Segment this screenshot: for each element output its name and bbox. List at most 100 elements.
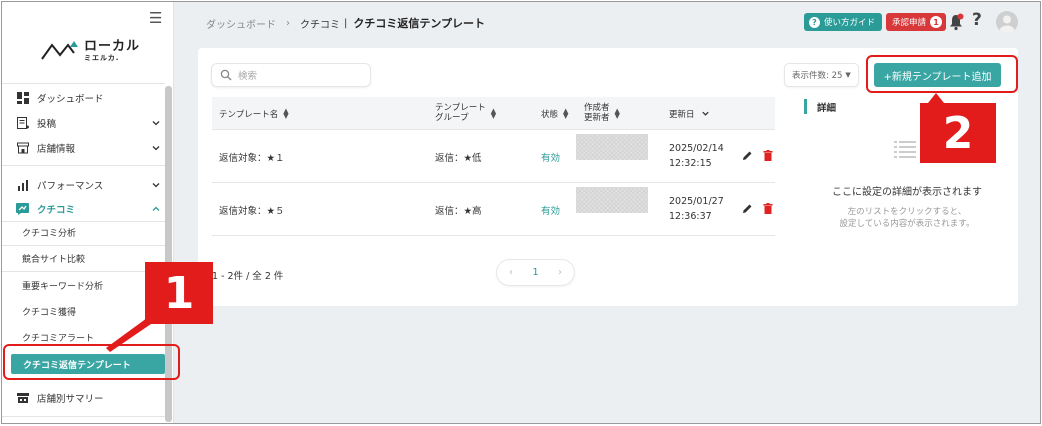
page-number[interactable]: 1: [532, 267, 538, 278]
search-placeholder: 検索: [238, 71, 258, 82]
column-header-status[interactable]: 状態 ▲ ▼: [541, 97, 568, 130]
chevron-down-icon: [701, 111, 709, 116]
breadcrumb: ダッシュボード › クチコミ | クチコミ返信テンプレート: [206, 15, 485, 31]
sidebar-item-post[interactable]: 投稿: [2, 113, 165, 133]
sort-icon: ▲ ▼: [490, 106, 497, 120]
column-header-label: テンプレート: [435, 102, 486, 113]
detail-title: 詳細: [804, 99, 836, 114]
sidebar-item-label: 店舗情報: [37, 144, 76, 155]
template-table: テンプレート名 ▲ ▼ テンプレート グループ ▲ ▼ 状態 ▲ ▼ 作成者 更新者 ▲ ▼…: [212, 97, 775, 236]
search-input[interactable]: 検索: [212, 64, 370, 86]
cell-updated-date: 2025/02/14: [669, 142, 724, 154]
cell-updated-time: 12:32:15: [669, 157, 712, 169]
sidebar-item-performance[interactable]: パフォーマンス: [2, 175, 165, 195]
logo-main-text: ローカル: [84, 39, 141, 54]
divider: [2, 416, 165, 417]
detail-empty-text: ここに設定の詳細が表示されます: [832, 187, 982, 198]
sidebar-item-store-info[interactable]: 店舗情報: [2, 138, 165, 158]
logo-sub-text: ミエルカ.: [84, 54, 120, 62]
hamburger-menu-icon[interactable]: ☰: [149, 11, 162, 26]
sidebar-item-reviews[interactable]: クチコミ: [2, 199, 165, 219]
detail-hint-line2: 設定している内容が表示されます。: [839, 219, 975, 230]
table-header: テンプレート名 ▲ ▼ テンプレート グループ ▲ ▼ 状態 ▲ ▼ 作成者 更新者 ▲ ▼…: [212, 97, 775, 130]
table-row[interactable]: 返信対象：★１ 返信：★低 有効 2025/02/14 12:32:15: [212, 130, 775, 183]
review-icon: [16, 203, 29, 216]
sidebar-item-label: 店舗別サマリー: [37, 394, 104, 405]
edit-icon[interactable]: [742, 203, 753, 214]
avatar[interactable]: [996, 11, 1018, 33]
sidebar-item-label: ダッシュボード: [37, 94, 104, 105]
approval-request-button[interactable]: 承認申請 1: [886, 13, 947, 31]
next-page-icon[interactable]: ›: [558, 267, 562, 278]
cell-template-group: 返信：★低: [435, 152, 482, 164]
detail-hint: 左のリストをクリックすると、 設定している内容が表示されます。: [804, 206, 1010, 231]
cell-updated-date: 2025/01/27: [669, 195, 724, 207]
bell-icon[interactable]: [948, 13, 964, 31]
sidebar-subitem-label: 競合サイト比較: [22, 254, 86, 265]
logo-mark-icon: [41, 41, 78, 60]
divider: [2, 245, 165, 246]
sidebar-item-label: パフォーマンス: [37, 181, 104, 192]
sidebar-subitem-label: クチコミ分析: [22, 228, 77, 239]
sidebar-item-label: クチコミ: [37, 205, 76, 216]
pagination: ‹ 1 ›: [497, 260, 574, 285]
breadcrumb-divider: |: [344, 17, 348, 29]
cell-template-group: 返信：★高: [435, 205, 482, 217]
column-header-label: テンプレート名: [219, 109, 279, 120]
sidebar-subitem-review-analysis[interactable]: クチコミ分析: [2, 222, 165, 242]
search-icon: [220, 69, 232, 81]
detail-hint-line1: 左のリストをクリックすると、: [847, 207, 967, 217]
column-header-label: グループ: [435, 112, 469, 123]
help-guide-label: 使い方ガイド: [824, 18, 876, 28]
sidebar-subitem-competitor-compare[interactable]: 競合サイト比較: [2, 248, 165, 268]
list-icon: [894, 141, 916, 158]
chevron-up-icon: [152, 206, 160, 211]
annotation-label-1: 1: [145, 262, 213, 324]
column-header-author[interactable]: 作成者 更新者 ▲ ▼: [584, 97, 620, 130]
sidebar-subitem-keyword-analysis[interactable]: 重要キーワード分析: [2, 275, 165, 295]
column-header-group[interactable]: テンプレート グループ ▲ ▼: [435, 97, 496, 130]
sort-icon: ▲ ▼: [283, 106, 289, 120]
cell-updated-time: 12:36:37: [669, 210, 712, 222]
column-header-label: 作成者: [584, 102, 610, 113]
cell-updated: 2025/01/27 12:36:37: [669, 183, 724, 236]
column-header-label: 更新日: [669, 109, 695, 120]
approval-request-label: 承認申請: [892, 18, 927, 28]
divider: [2, 271, 165, 272]
column-header-name[interactable]: テンプレート名 ▲ ▼: [219, 97, 289, 130]
column-header-updated[interactable]: 更新日: [669, 97, 710, 130]
column-header-label: 更新者: [584, 112, 610, 123]
sidebar-subitem-label: クチコミ獲得: [22, 307, 77, 318]
approval-count-badge: 1: [930, 16, 943, 28]
sort-icon: ▲ ▼: [563, 106, 569, 120]
help-guide-button[interactable]: ? 使い方ガイド: [804, 13, 883, 31]
sidebar-subitem-label: クチコミアラート: [22, 333, 95, 344]
caret-down-icon: ▼: [845, 71, 851, 79]
logo[interactable]: ローカル ミエルカ.: [40, 40, 140, 62]
help-question-icon[interactable]: ?: [972, 10, 982, 30]
sidebar-subitem-label: 重要キーワード分析: [22, 281, 104, 292]
dashboard-icon: [16, 92, 29, 105]
delete-icon[interactable]: [763, 203, 773, 214]
edit-icon[interactable]: [742, 150, 753, 161]
per-page-label: 表示件数: 25: [792, 71, 843, 81]
divider: [2, 83, 165, 84]
annotation-highlight-2: [866, 55, 1018, 93]
delete-icon[interactable]: [763, 150, 773, 161]
sidebar-item-dashboard[interactable]: ダッシュボード: [2, 88, 165, 108]
breadcrumb-reviews[interactable]: クチコミ: [300, 16, 340, 31]
pagination-info: 1 - 2件 / 全 2 件: [212, 271, 284, 282]
annotation-highlight-1: [3, 344, 180, 380]
per-page-select[interactable]: 表示件数: 25 ▼: [785, 64, 858, 86]
sidebar-item-store-summary[interactable]: 店舗別サマリー: [2, 388, 165, 408]
breadcrumb-dashboard[interactable]: ダッシュボード: [206, 16, 276, 31]
table-row[interactable]: 返信対象：★５ 返信：★高 有効 2025/01/27 12:36:37: [212, 183, 775, 236]
annotation-label-2: 2: [920, 103, 996, 163]
cell-updated: 2025/02/14 12:32:15: [669, 130, 724, 183]
top-header: ダッシュボード › クチコミ | クチコミ返信テンプレート ? 使い方ガイド 承…: [174, 2, 1040, 42]
store-icon: [16, 142, 29, 155]
sidebar-subitem-review-acquisition[interactable]: クチコミ獲得: [2, 301, 165, 321]
divider: [2, 165, 165, 166]
redacted-author: [576, 134, 648, 160]
prev-page-icon[interactable]: ‹: [509, 267, 513, 278]
